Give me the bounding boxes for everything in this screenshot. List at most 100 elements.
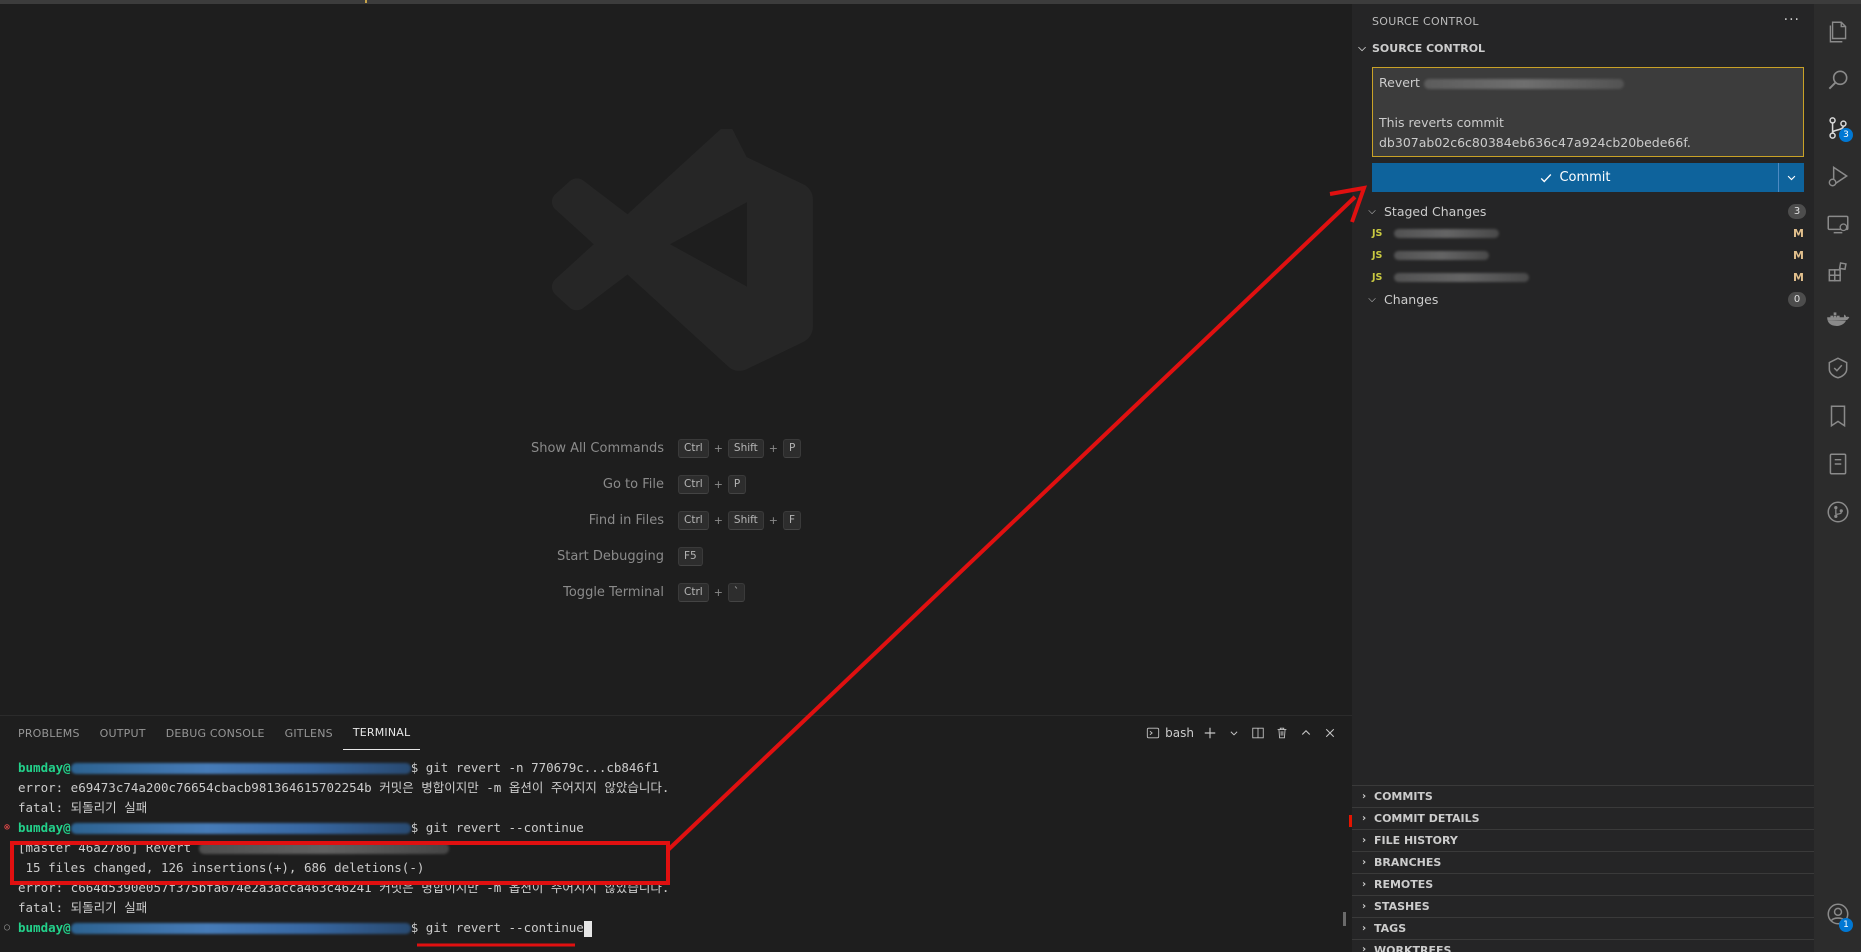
commit-message-line: This reverts commit bbox=[1379, 115, 1504, 130]
commit-message-line: db307ab02c6c80384eb636c47a924cb20bede66f… bbox=[1379, 135, 1691, 150]
terminal-output[interactable]: bumday@ $ git revert -n 770679c...cb846f1… bbox=[0, 758, 1352, 938]
section-branches[interactable]: › BRANCHES bbox=[1352, 851, 1814, 873]
run-debug-icon[interactable] bbox=[1814, 152, 1861, 200]
shortcut-label: Go to File bbox=[602, 476, 664, 492]
commit-message-input[interactable]: Revert This reverts commit db307ab02c6c8… bbox=[1372, 67, 1804, 157]
error-decoration-icon[interactable]: ⊗ bbox=[4, 818, 10, 838]
tab-output[interactable]: OUTPUT bbox=[90, 716, 156, 750]
terminal-command: $ git revert --continue bbox=[410, 920, 584, 935]
section-file-history[interactable]: › FILE HISTORY bbox=[1352, 829, 1814, 851]
shortcut-go-to-file[interactable]: Go to File Ctrl + P bbox=[430, 466, 910, 502]
shortcut-label: Start Debugging bbox=[557, 548, 664, 564]
chevron-down-icon: ⌵ bbox=[1368, 293, 1376, 305]
chevron-down-icon bbox=[1787, 175, 1796, 181]
split-icon bbox=[1252, 727, 1264, 739]
chevron-down-icon bbox=[1230, 731, 1238, 736]
new-terminal-button[interactable] bbox=[1202, 725, 1218, 741]
close-icon bbox=[1325, 728, 1335, 738]
staged-count-badge: 3 bbox=[1788, 204, 1806, 219]
staged-file-item[interactable]: JS M bbox=[1372, 222, 1804, 244]
staged-changes-group[interactable]: ⌵ Staged Changes 3 bbox=[1366, 200, 1806, 222]
trash-icon bbox=[1277, 727, 1287, 739]
vscode-watermark-icon bbox=[551, 129, 813, 371]
notebook-icon[interactable] bbox=[1814, 440, 1861, 488]
chevron-right-icon: › bbox=[1361, 857, 1367, 868]
extensions-icon[interactable] bbox=[1814, 248, 1861, 296]
section-tags[interactable]: › TAGS bbox=[1352, 917, 1814, 939]
key-cap: F bbox=[783, 510, 802, 530]
terminal-line: ○ bumday@ $ git revert --continue bbox=[0, 918, 1352, 938]
scm-section-title: SOURCE CONTROL bbox=[1372, 42, 1486, 55]
redacted-commit-title bbox=[198, 843, 449, 854]
commit-button-label: Commit bbox=[1559, 170, 1611, 185]
terminal-scrollbar[interactable] bbox=[1343, 912, 1346, 926]
shortcut-show-all-commands[interactable]: Show All Commands Ctrl + Shift + P bbox=[430, 430, 910, 466]
shortcut-start-debugging[interactable]: Start Debugging F5 bbox=[430, 538, 910, 574]
terminal-line: fatal: 되돌리기 실패 bbox=[18, 900, 148, 915]
source-control-icon[interactable]: 3 bbox=[1814, 104, 1861, 152]
terminal-line: [master 46a2786] Revert bbox=[0, 838, 1352, 858]
gitlens-inspect-icon[interactable] bbox=[1814, 344, 1861, 392]
terminal-user: bumday@ bbox=[18, 820, 71, 835]
section-label: WORKTREES bbox=[1374, 944, 1452, 952]
js-file-icon: JS bbox=[1372, 227, 1383, 239]
docker-icon[interactable] bbox=[1814, 296, 1861, 344]
changes-group[interactable]: ⌵ Changes 0 bbox=[1366, 288, 1806, 310]
git-graph-icon[interactable] bbox=[1814, 488, 1861, 536]
section-commit-details[interactable]: › COMMIT DETAILS bbox=[1352, 807, 1814, 829]
commit-button[interactable]: Commit bbox=[1372, 163, 1778, 192]
close-panel-button[interactable] bbox=[1322, 725, 1338, 741]
changes-count-badge: 0 bbox=[1788, 292, 1806, 307]
terminal-shell-selector[interactable]: bash bbox=[1146, 726, 1194, 740]
more-actions-button[interactable]: ··· bbox=[1784, 12, 1800, 28]
chevron-right-icon: › bbox=[1361, 879, 1367, 890]
shortcut-find-in-files[interactable]: Find in Files Ctrl + Shift + F bbox=[430, 502, 910, 538]
section-remotes[interactable]: › REMOTES bbox=[1352, 873, 1814, 895]
key-cap: P bbox=[783, 438, 802, 458]
remote-explorer-icon[interactable] bbox=[1814, 200, 1861, 248]
section-label: REMOTES bbox=[1374, 878, 1434, 891]
terminal-command: $ git revert --continue bbox=[410, 820, 584, 835]
key-cap: Ctrl bbox=[678, 438, 709, 458]
chevron-down-icon: ⌵ bbox=[1368, 205, 1376, 217]
kill-terminal-button[interactable] bbox=[1274, 725, 1290, 741]
sidebar-title: SOURCE CONTROL bbox=[1372, 15, 1479, 28]
search-icon[interactable] bbox=[1814, 56, 1861, 104]
commit-dropdown-button[interactable] bbox=[1778, 163, 1804, 192]
tab-terminal[interactable]: TERMINAL bbox=[342, 716, 421, 750]
activity-bar: 3 1 bbox=[1814, 4, 1861, 952]
section-stashes[interactable]: › STASHES bbox=[1352, 895, 1814, 917]
redacted-commit-title bbox=[1423, 78, 1624, 89]
prompt-decoration-icon[interactable]: ○ bbox=[4, 918, 10, 938]
chevron-right-icon: › bbox=[1361, 791, 1367, 802]
redacted-host-path bbox=[70, 763, 411, 774]
explorer-icon[interactable] bbox=[1814, 8, 1861, 56]
section-worktrees[interactable]: › WORKTREES bbox=[1352, 939, 1814, 952]
redacted-host-path bbox=[70, 923, 411, 934]
tab-gitlens[interactable]: GITLENS bbox=[275, 716, 343, 750]
section-commits[interactable]: › COMMITS bbox=[1352, 785, 1814, 807]
shortcut-toggle-terminal[interactable]: Toggle Terminal Ctrl + ` bbox=[430, 574, 910, 610]
commit-message-line: Revert bbox=[1379, 73, 1797, 93]
tab-debug-console[interactable]: DEBUG CONSOLE bbox=[156, 716, 275, 750]
scm-section-header[interactable]: ⌵ SOURCE CONTROL bbox=[1356, 42, 1485, 55]
section-label: BRANCHES bbox=[1374, 856, 1442, 869]
staged-file-item[interactable]: JS M bbox=[1372, 266, 1804, 288]
section-label: COMMIT DETAILS bbox=[1374, 812, 1480, 825]
commit-message-text: Revert bbox=[1379, 75, 1420, 90]
account-icon[interactable]: 1 bbox=[1814, 890, 1861, 938]
section-label: STASHES bbox=[1374, 900, 1430, 913]
redacted-host-path bbox=[70, 823, 411, 834]
staged-file-item[interactable]: JS M bbox=[1372, 244, 1804, 266]
bookmarks-icon[interactable] bbox=[1814, 392, 1861, 440]
maximize-panel-button[interactable] bbox=[1298, 725, 1314, 741]
chevron-right-icon: › bbox=[1361, 944, 1367, 952]
terminal-dropdown-button[interactable] bbox=[1226, 725, 1242, 741]
editor-area: Show All Commands Ctrl + Shift + P Go to Fil… bbox=[0, 4, 1352, 715]
split-terminal-button[interactable] bbox=[1250, 725, 1266, 741]
check-icon bbox=[1541, 173, 1552, 182]
terminal-user: bumday@ bbox=[18, 760, 71, 775]
commit-button-group: Commit bbox=[1372, 163, 1804, 192]
terminal-line: error: c664d5390e057f375bfa674e2a3acca46… bbox=[18, 880, 670, 895]
tab-problems[interactable]: PROBLEMS bbox=[8, 716, 90, 750]
